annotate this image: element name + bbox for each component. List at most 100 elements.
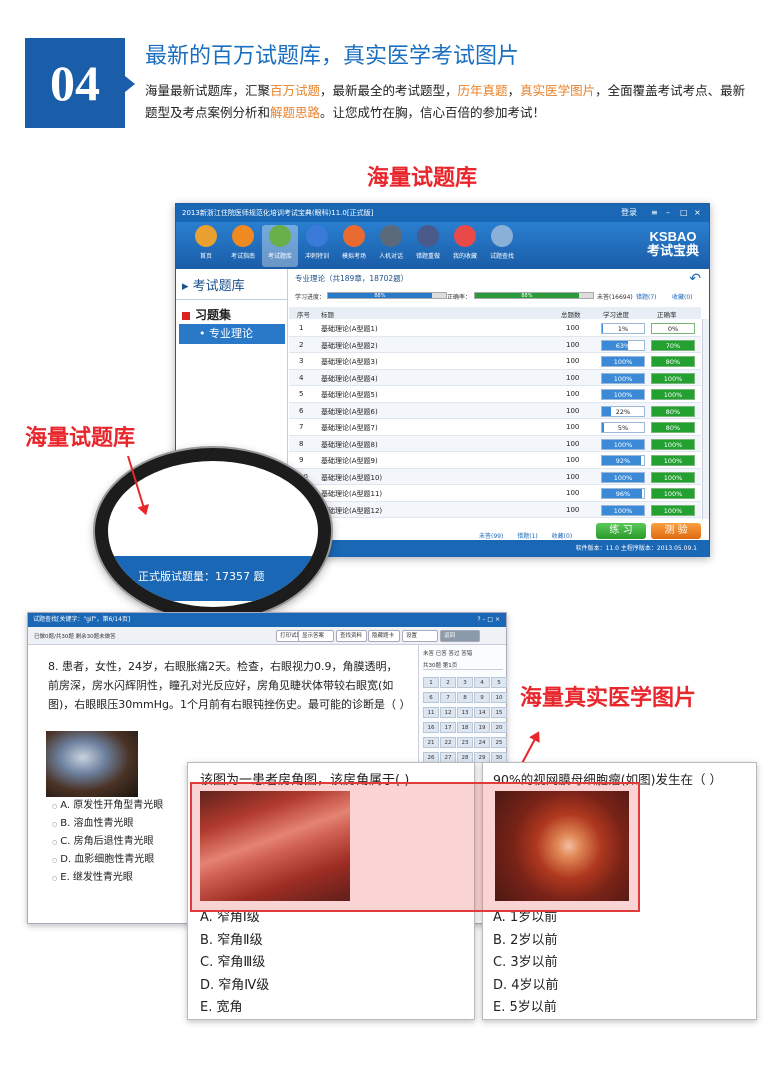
search-window-controls-icon[interactable]: ? – □ × [477,613,500,627]
question-number-cell[interactable]: 8 [457,692,473,703]
maximize-icon[interactable]: □ [680,204,688,222]
home-icon [195,225,217,247]
favorites-link[interactable]: 收藏(0) [672,292,693,301]
row-correct-rate: 100% [651,438,695,450]
practice-button[interactable]: 练 习 [596,523,646,539]
highlight-phrase: 真实医学图片 [520,83,596,98]
row-total: 100 [566,340,580,349]
card-option: B. 2岁以前 [493,932,558,948]
table-row[interactable]: 11基础理论(A型题11)10096%100% [289,485,701,502]
toolbar-item-6[interactable]: 人机对话 [373,225,409,267]
table-row[interactable]: 7 基础理论(A型题7) 100 5% 80% [289,419,701,436]
question-number-cell[interactable]: 14 [474,707,490,718]
card-option: D. 窄角Ⅳ级 [200,977,270,993]
toolbar-item-8[interactable]: 我的收藏 [447,225,483,267]
footer-wrong-link[interactable]: 错题(1) [517,533,538,540]
toolbar-item-7[interactable]: 错题重做 [410,225,446,267]
table-row[interactable]: 12基础理论(A型题12)100100%100% [289,501,701,518]
table-row[interactable]: 3 基础理论(A型题3) 100 100% 80% [289,353,701,370]
table-row[interactable]: 2 基础理论(A型题2) 100 63% 70% [289,336,701,353]
login-link[interactable]: 登录 [621,204,637,222]
table-row[interactable]: 6 基础理论(A型题6) 100 22% 80% [289,402,701,419]
minimize-icon[interactable]: – [666,204,670,222]
answer-option[interactable]: A. 原发性开角型青光眼 [52,797,163,815]
question-number-cell[interactable]: 16 [423,722,439,733]
question-number-cell[interactable]: 17 [440,722,456,733]
table-row[interactable]: 10 基础理论(A型题10) 100 100% 100% [289,468,701,485]
sidebar-group-exercises[interactable]: 习题集 [182,306,231,323]
question-number-cell[interactable]: 4 [474,677,490,688]
question-number-cell[interactable]: 20 [491,722,507,733]
row-number: 2 [299,340,304,349]
answer-option[interactable]: C. 房角后退性青光眼 [52,833,163,851]
search-toolbar-button-4[interactable]: 隐藏题卡 [368,630,400,642]
question-number-cell[interactable]: 25 [491,737,507,748]
search-toolbar-button-6[interactable]: 返回 [440,630,480,642]
answer-option[interactable]: B. 溶血性青光眼 [52,815,163,833]
wrong-link[interactable]: 错题(7) [636,292,657,301]
toolbar-item-2[interactable]: 考试指南 [225,225,261,267]
clock-icon [343,225,365,247]
table-row[interactable]: 1 基础理论(A型题1) 100 1% 0% [289,320,701,337]
toolbar-item-3[interactable]: 考试题库 [262,225,298,267]
question-number-cell[interactable]: 9 [474,692,490,703]
table-row[interactable]: 5 基础理论(A型题5) 100 100% 100% [289,386,701,403]
table-row[interactable]: 8 基础理论(A型题8) 100 100% 100% [289,435,701,452]
logo-text-top: KSBAO [649,229,697,244]
row-progress-bar: 5% [601,422,645,433]
question-number-cell[interactable]: 22 [440,737,456,748]
row-title: 基础理论(A型题9) [321,457,378,465]
question-number-cell[interactable]: 12 [440,707,456,718]
toolbar-item-4[interactable]: 冲刺特训 [299,225,335,267]
test-button[interactable]: 测 验 [651,523,701,539]
row-title: 基础理论(A型题12) [321,506,383,515]
question-number-cell[interactable]: 23 [457,737,473,748]
question-number-cell[interactable]: 19 [474,722,490,733]
study-progress-label: 学习进度： [295,294,326,301]
compass-icon [232,225,254,247]
search-toolbar-button-2[interactable]: 显示答案 [298,630,334,642]
row-progress-bar: 100% [601,389,645,400]
back-arrow-icon[interactable]: ↶ [689,271,701,287]
menu-icon[interactable]: ≡ [651,204,658,222]
question-number-cell[interactable]: 11 [423,707,439,718]
question-number-cell[interactable]: 2 [440,677,456,688]
unanswered-link[interactable]: 未答(16694) [597,292,633,301]
question-number-cell[interactable]: 24 [474,737,490,748]
search-toolbar-button-5[interactable]: 设置 [402,630,438,642]
question-number-cell[interactable]: 18 [457,722,473,733]
toolbar-item-9[interactable]: 试题查找 [484,225,520,267]
footer-unanswered-link[interactable]: 未答(99) [479,533,503,540]
row-title: 基础理论(A型题10) [321,473,383,482]
toolbar-item-5[interactable]: 模拟考场 [336,225,372,267]
table-row[interactable]: 4 基础理论(A型题4) 100 100% 100% [289,369,701,386]
question-number-cell[interactable]: 15 [491,707,507,718]
table-header: 序号 标题 总题数 学习进度 正确率 [289,307,701,319]
question-number-cell[interactable]: 1 [423,677,439,688]
table-row[interactable]: 9 基础理论(A型题9) 100 92% 100% [289,452,701,469]
search-toolbar-button-3[interactable]: 查找资料 [336,630,367,642]
row-progress-bar: 100% [601,504,645,516]
question-number-cell[interactable]: 7 [440,692,456,703]
close-icon[interactable]: × [694,204,701,222]
answer-option[interactable]: D. 血影细胞性青光眼 [52,851,163,869]
row-progress-bar: 1% [601,323,645,334]
table-scrollbar[interactable] [702,319,709,519]
row-correct-rate: 100% [651,455,695,466]
toolbar-item-1[interactable]: 首页 [188,225,224,267]
question-number-cell[interactable]: 6 [423,692,439,703]
question-number-cell[interactable]: 5 [491,677,507,688]
row-progress-text: 22% [615,407,631,416]
col-rate: 正确率 [657,311,677,319]
highlight-phrase: 百万试题 [270,83,321,98]
sidebar-heading[interactable]: ▸ 考试题库 [182,275,245,294]
question-number-cell[interactable]: 3 [457,677,473,688]
sidebar-item-professional-theory[interactable]: • 专业理论 [179,324,285,344]
section-number: 04 [50,55,100,111]
footer-favorites-link[interactable]: 收藏(0) [552,533,573,540]
answer-option[interactable]: E. 继发性青光眼 [52,869,163,887]
question-number-cell[interactable]: 21 [423,737,439,748]
question-number-cell[interactable]: 10 [491,692,507,703]
chapter-table: 1 基础理论(A型题1) 100 1% 0% 2 基础理论(A型题2) 100 63% 70% 3 基… [289,320,701,518]
question-number-cell[interactable]: 13 [457,707,473,718]
